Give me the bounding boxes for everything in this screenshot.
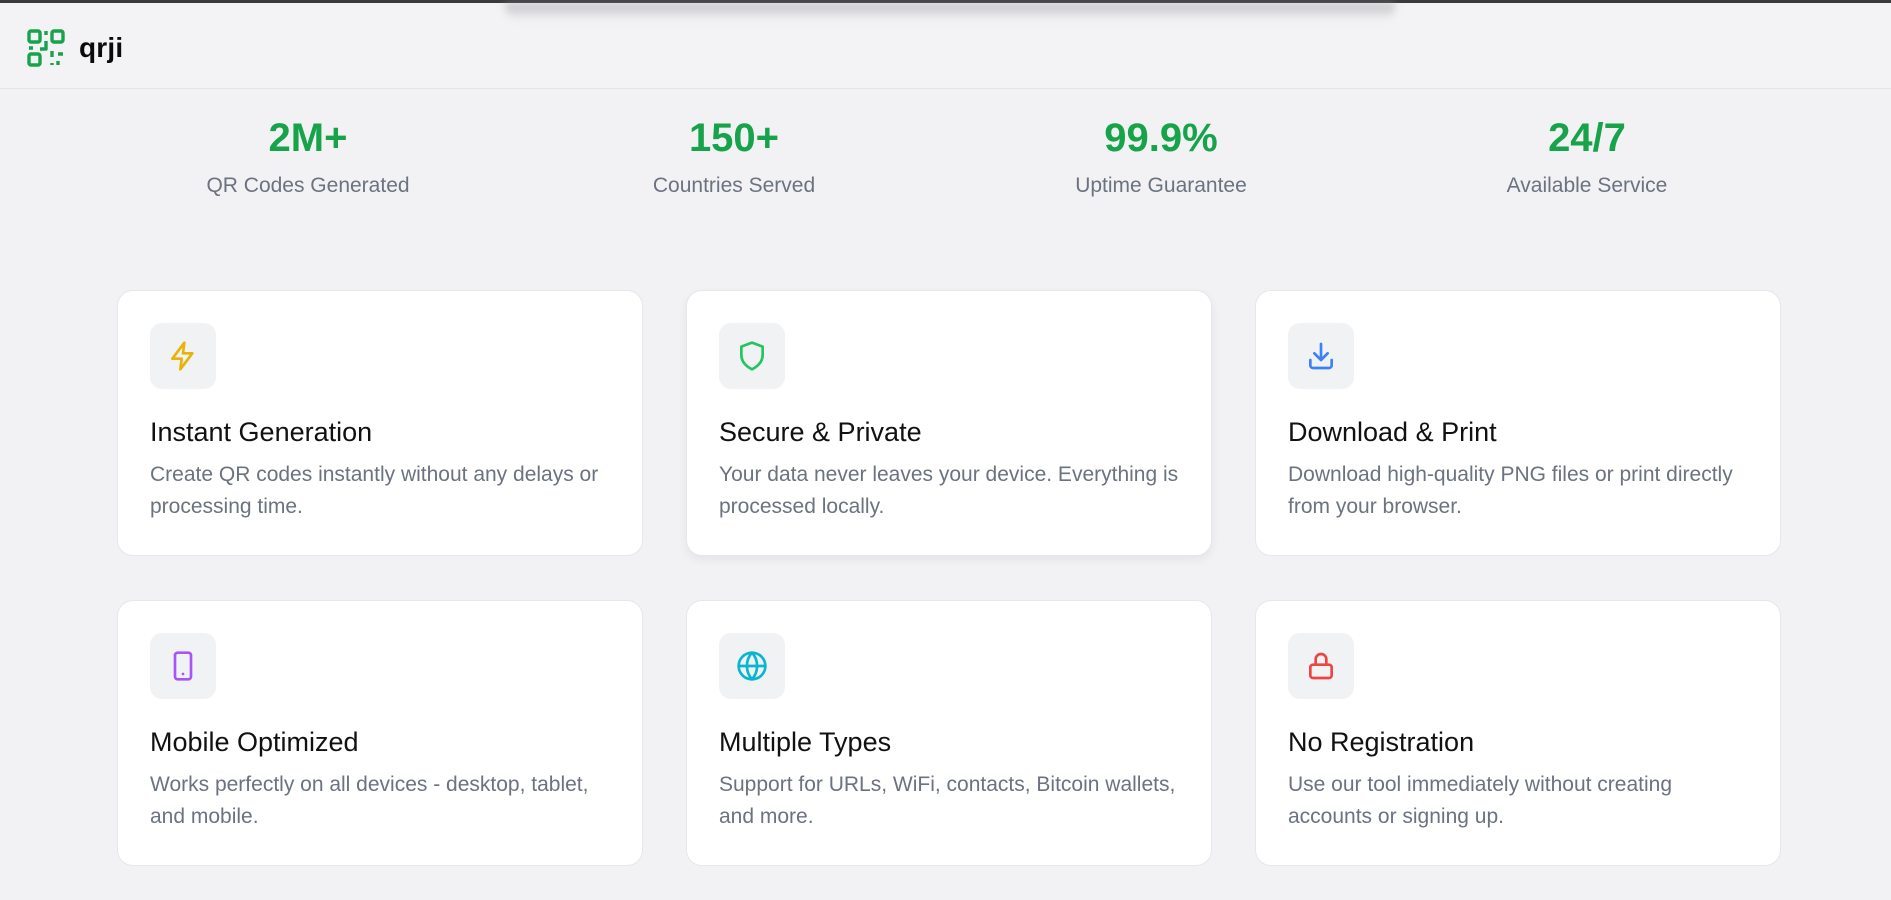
mobile-icon xyxy=(173,651,193,681)
feature-card-instant-generation: Instant Generation Create QR codes insta… xyxy=(117,290,643,556)
lock-icon xyxy=(1309,652,1333,680)
feature-icon-box xyxy=(1288,633,1354,699)
feature-description: Support for URLs, WiFi, contacts, Bitcoi… xyxy=(719,773,1176,828)
feature-title: Instant Generation xyxy=(150,417,373,447)
feature-title: No Registration xyxy=(1288,727,1475,757)
stat-value: 2M+ xyxy=(268,116,348,160)
feature-description: Your data never leaves your device. Ever… xyxy=(719,463,1179,518)
qr-code-icon xyxy=(27,29,65,67)
feature-description: Use our tool immediately without creatin… xyxy=(1288,773,1673,828)
feature-icon-box xyxy=(1288,323,1354,389)
stat-availability: 24/7 Available Service xyxy=(1407,110,1767,200)
feature-description: Works perfectly on all devices - desktop… xyxy=(150,773,589,828)
feature-card-multiple-types: Multiple Types Support for URLs, WiFi, c… xyxy=(686,600,1212,866)
feature-title: Mobile Optimized xyxy=(150,727,359,757)
stat-value: 99.9% xyxy=(1104,116,1218,160)
globe-icon xyxy=(737,651,767,681)
feature-description: Download high-quality PNG files or print… xyxy=(1288,463,1733,518)
feature-card-no-registration: No Registration Use our tool immediately… xyxy=(1255,600,1781,866)
brand-name: qrji xyxy=(79,32,124,63)
feature-title: Multiple Types xyxy=(719,727,892,757)
stat-label: Countries Served xyxy=(652,174,816,197)
shield-icon xyxy=(740,341,764,371)
lightning-icon xyxy=(171,341,194,371)
download-icon xyxy=(1309,342,1333,370)
feature-icon-box xyxy=(150,323,216,389)
feature-icon-box xyxy=(719,633,785,699)
stat-value: 150+ xyxy=(688,116,780,160)
site-header: qrji xyxy=(0,3,1891,89)
stat-uptime: 99.9% Uptime Guarantee xyxy=(981,110,1341,200)
brand-logo-link[interactable]: qrji xyxy=(27,29,123,67)
stats-section: 2M+ QR Codes Generated 150+ Countries Se… xyxy=(0,110,1891,210)
feature-card-download-print: Download & Print Download high-quality P… xyxy=(1255,290,1781,556)
feature-title: Secure & Private xyxy=(719,417,922,447)
feature-title: Download & Print xyxy=(1288,417,1497,447)
feature-card-secure-private: Secure & Private Your data never leaves … xyxy=(686,290,1212,556)
stat-value: 24/7 xyxy=(1548,116,1626,160)
blurred-nav-overlay xyxy=(505,3,1395,19)
stat-label: Uptime Guarantee xyxy=(1075,174,1247,197)
stat-qr-codes: 2M+ QR Codes Generated xyxy=(128,110,488,200)
feature-icon-box xyxy=(150,633,216,699)
feature-icon-box xyxy=(719,323,785,389)
feature-description: Create QR codes instantly without any de… xyxy=(150,463,599,518)
feature-card-mobile-optimized: Mobile Optimized Works perfectly on all … xyxy=(117,600,643,866)
stat-countries: 150+ Countries Served xyxy=(554,110,914,200)
stat-label: QR Codes Generated xyxy=(206,174,410,197)
stat-label: Available Service xyxy=(1506,174,1668,197)
